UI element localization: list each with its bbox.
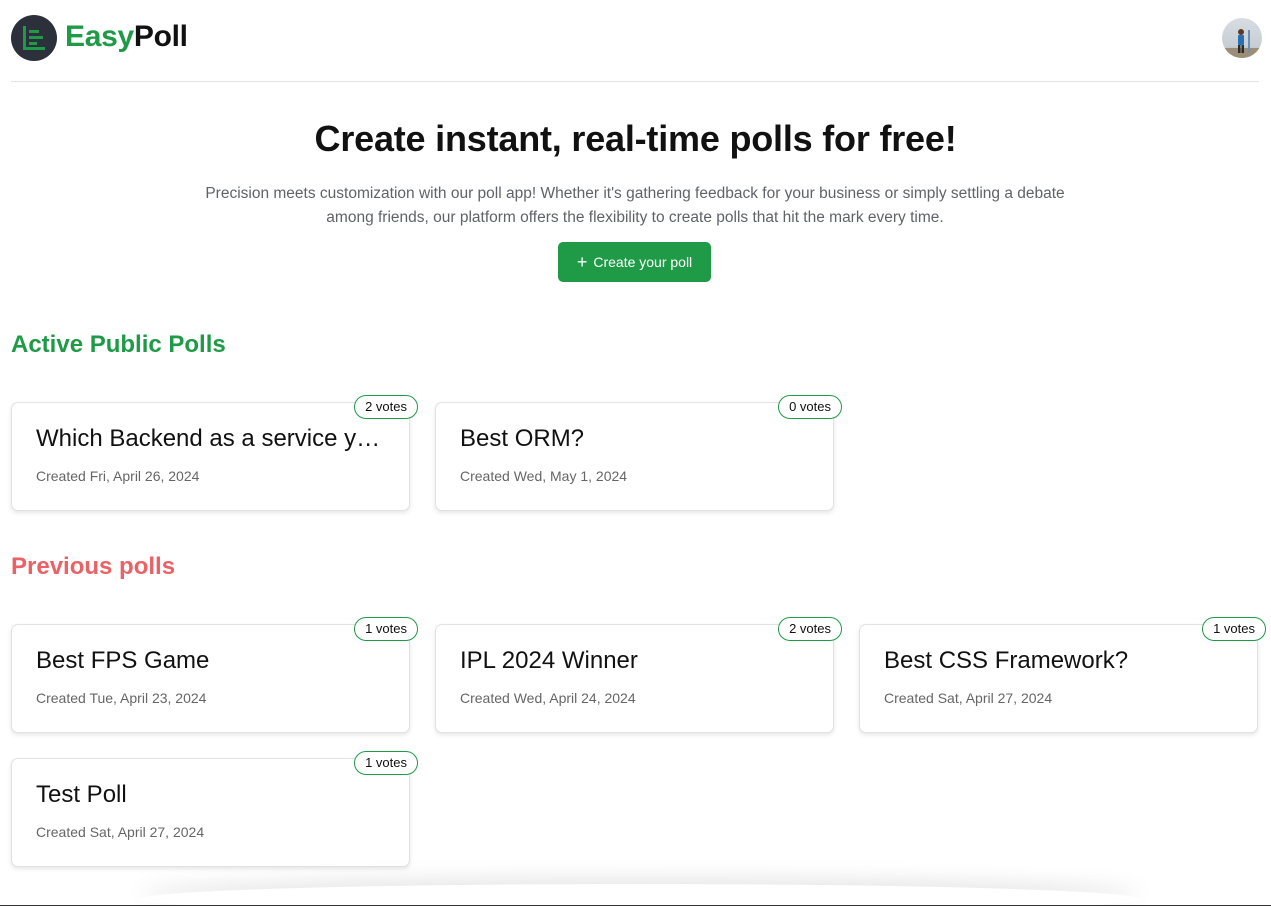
votes-badge: 2 votes — [354, 395, 418, 419]
votes-badge: 1 votes — [354, 617, 418, 641]
brand-name[interactable]: EasyPoll — [65, 20, 188, 54]
poll-card[interactable]: Best ORM? Created Wed, May 1, 2024 0 vot… — [435, 395, 842, 511]
votes-badge: 1 votes — [1202, 617, 1266, 641]
poll-card[interactable]: Test Poll Created Sat, April 27, 2024 1 … — [11, 751, 418, 867]
poll-created-date: Created Wed, May 1, 2024 — [460, 468, 628, 484]
hero-description: Precision meets customization with our p… — [205, 185, 1065, 226]
poll-card[interactable]: Which Backend as a service you... Create… — [11, 395, 418, 511]
poll-question: Best CSS Framework? — [884, 647, 1129, 674]
previous-polls-heading: Previous polls — [11, 553, 176, 580]
user-avatar[interactable] — [1222, 18, 1262, 58]
poll-question: IPL 2024 Winner — [460, 647, 638, 674]
create-poll-button[interactable]: + Create your poll — [558, 242, 711, 282]
poll-card[interactable]: IPL 2024 Winner Created Wed, April 24, 2… — [435, 617, 842, 733]
votes-badge: 1 votes — [354, 751, 418, 775]
poll-card[interactable]: Best FPS Game Created Tue, April 23, 202… — [11, 617, 418, 733]
brand-part-easy: Easy — [65, 20, 134, 53]
poll-card[interactable]: Best CSS Framework? Created Sat, April 2… — [859, 617, 1266, 733]
header: EasyPoll — [11, 0, 1262, 82]
poll-created-date: Created Sat, April 27, 2024 — [884, 690, 1053, 706]
poll-created-date: Created Sat, April 27, 2024 — [36, 824, 205, 840]
hero-title: Create instant, real-time polls for free… — [314, 118, 957, 159]
poll-question: Best ORM? — [460, 425, 585, 452]
poll-created-date: Created Tue, April 23, 2024 — [36, 690, 207, 706]
poll-created-date: Created Fri, April 26, 2024 — [36, 468, 200, 484]
poll-question: Best FPS Game — [36, 647, 210, 674]
logo-icon[interactable] — [11, 15, 57, 61]
active-polls-heading: Active Public Polls — [11, 331, 226, 358]
votes-badge: 2 votes — [778, 617, 842, 641]
footer-shadow — [140, 884, 1140, 906]
create-poll-label: Create your poll — [593, 254, 693, 270]
poll-question: Test Poll — [36, 781, 127, 808]
poll-question: Which Backend as a service you... — [36, 425, 391, 452]
plus-icon: + — [576, 252, 588, 272]
poll-created-date: Created Wed, April 24, 2024 — [460, 690, 636, 706]
brand-part-poll: Poll — [133, 20, 188, 53]
votes-badge: 0 votes — [778, 395, 842, 419]
